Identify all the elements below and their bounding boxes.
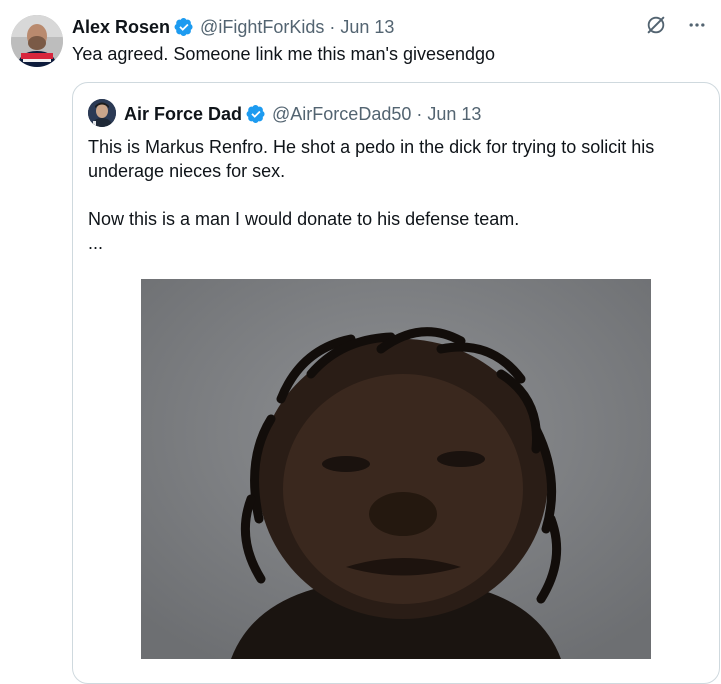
author-avatar[interactable] (11, 15, 63, 67)
quoted-tweet-date[interactable]: Jun 13 (427, 104, 481, 125)
quoted-text-line: This is Markus Renfro. He shot a pedo in… (88, 137, 655, 157)
more-options-icon[interactable] (687, 15, 707, 40)
quoted-verified-badge-icon[interactable] (246, 104, 266, 124)
quoted-tweet-header: Air Force Dad @AirForceDad50 · Jun 13 (124, 102, 481, 126)
tweet-header: Alex Rosen @iFightForKids · Jun 13 (72, 15, 394, 39)
quoted-tweet-photo[interactable] (141, 279, 651, 659)
quoted-author-avatar[interactable] (88, 99, 116, 127)
author-handle[interactable]: @iFightForKids (200, 17, 324, 38)
quoted-text-line: underage nieces for sex. (88, 161, 286, 181)
tweet-date[interactable]: Jun 13 (340, 17, 394, 38)
separator-dot: · (329, 16, 336, 37)
verified-badge-icon[interactable] (174, 17, 194, 37)
quoted-text-line: Now this is a man I would donate to his … (88, 209, 520, 229)
author-name[interactable]: Alex Rosen (72, 17, 170, 38)
show-more-ellipsis[interactable]: ... (88, 231, 703, 255)
quoted-tweet-card[interactable]: Air Force Dad @AirForceDad50 · Jun 13 Th… (72, 82, 720, 684)
quoted-tweet-text: This is Markus Renfro. He shot a pedo in… (88, 135, 703, 255)
quoted-author-handle[interactable]: @AirForceDad50 (272, 104, 411, 125)
quoted-author-name[interactable]: Air Force Dad (124, 104, 242, 125)
tweet-text: Yea agreed. Someone link me this man's g… (72, 44, 496, 64)
grok-icon[interactable] (645, 14, 667, 41)
tweet-actions-top (645, 14, 707, 41)
separator-dot: · (416, 103, 423, 124)
